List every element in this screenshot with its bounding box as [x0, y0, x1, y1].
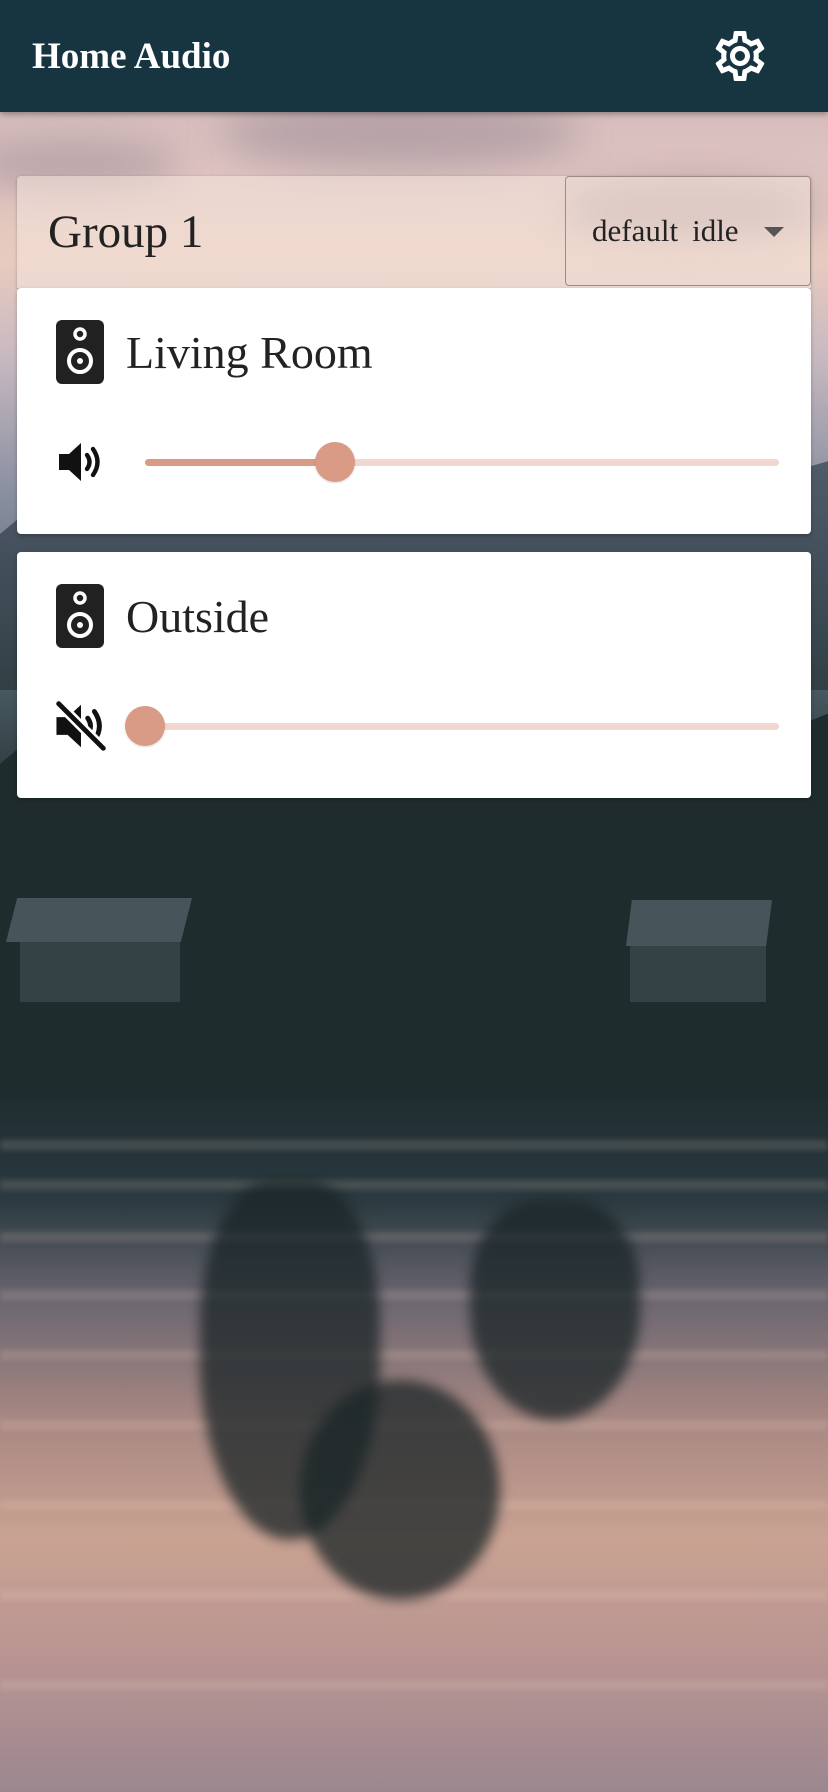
- volume-off-icon: [53, 698, 109, 754]
- volume-up-icon: [59, 443, 100, 481]
- zone-name: Living Room: [126, 326, 373, 378]
- speaker-icon: [56, 320, 104, 384]
- volume-slider[interactable]: [145, 440, 779, 484]
- gear-icon: [715, 31, 765, 81]
- app-title: Home Audio: [32, 35, 231, 77]
- group-card: Group 1 default idle Living Room Outside: [17, 176, 811, 798]
- zone-card-outside: Outside: [17, 552, 811, 798]
- source-select-value: default: [592, 213, 679, 248]
- volume-slider-thumb[interactable]: [125, 706, 165, 746]
- zone-name: Outside: [126, 590, 270, 642]
- source-select[interactable]: default idle: [565, 176, 811, 286]
- speaker-icon: [56, 584, 104, 648]
- mute-button[interactable]: [51, 432, 111, 492]
- settings-button[interactable]: [708, 24, 772, 88]
- zone-card-living-room: Living Room: [17, 288, 811, 534]
- group-title: Group 1: [48, 206, 204, 258]
- volume-slider-track: [145, 459, 336, 466]
- volume-slider-thumb[interactable]: [315, 442, 356, 482]
- source-select-state: idle: [692, 213, 739, 248]
- mute-button[interactable]: [51, 696, 111, 756]
- chevron-down-icon: [764, 227, 784, 237]
- group-header: Group 1 default idle: [17, 176, 811, 288]
- volume-slider[interactable]: [125, 704, 779, 748]
- app-bar: Home Audio: [0, 0, 828, 112]
- volume-slider-rail: [145, 723, 779, 730]
